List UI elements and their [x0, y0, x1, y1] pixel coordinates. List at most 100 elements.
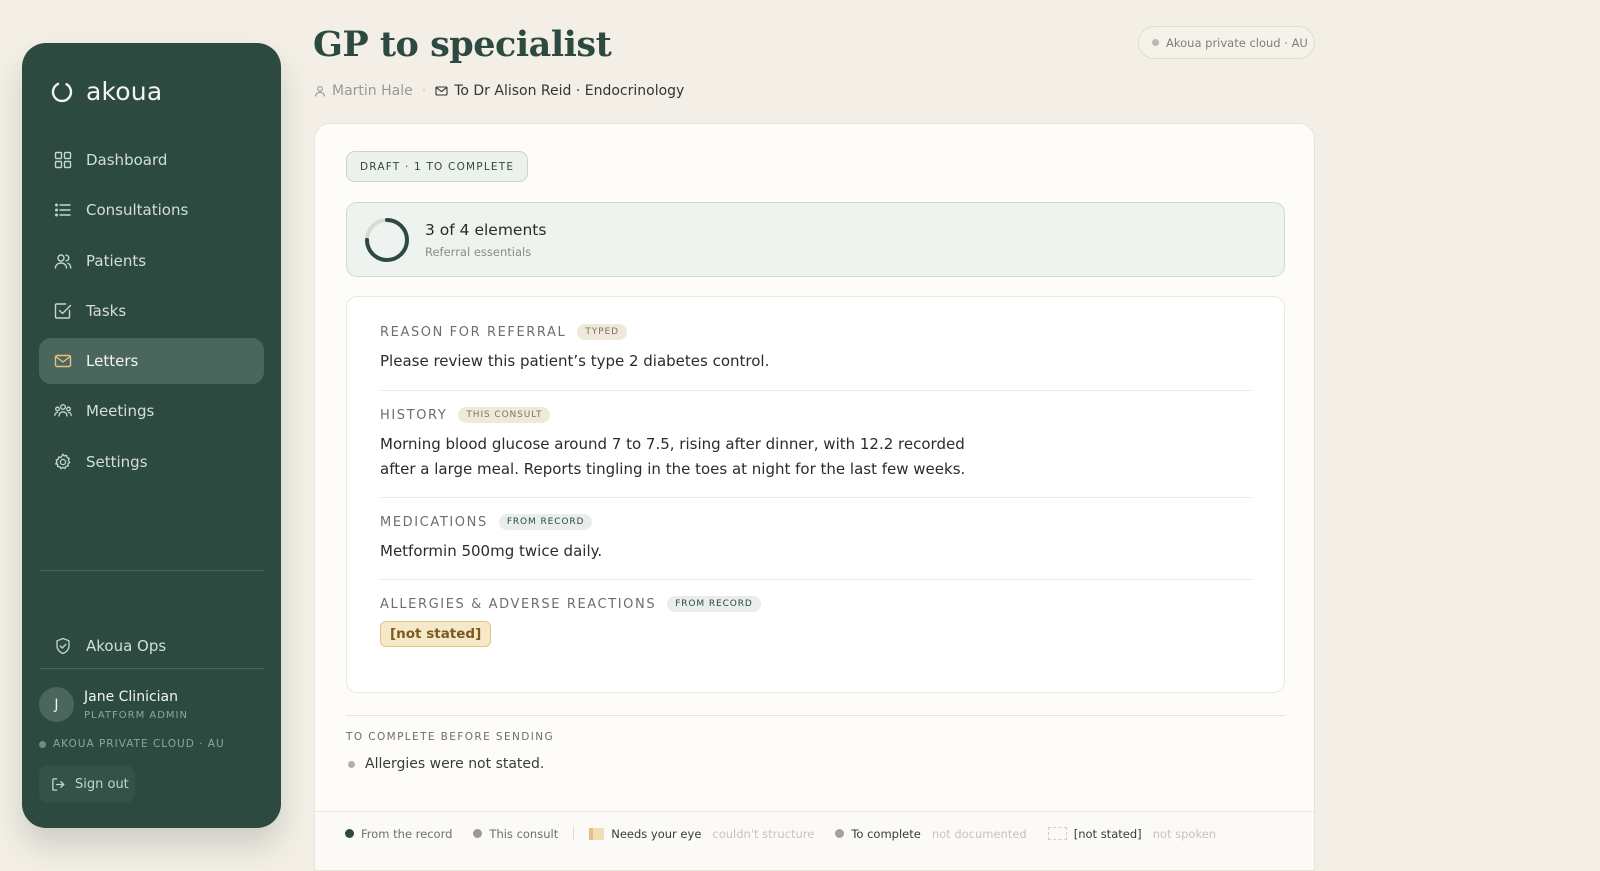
source-tag: TYPED — [577, 324, 627, 340]
legend-note: not spoken — [1152, 826, 1217, 841]
todo-item-text: Allergies were not stated. — [365, 756, 545, 772]
legend-dot-icon — [473, 829, 483, 838]
nav-label: Consultations — [86, 201, 189, 220]
bullet-icon — [348, 760, 355, 768]
not-stated-placeholder[interactable]: [not stated] — [380, 621, 492, 647]
todo-divider — [346, 715, 1285, 716]
nav-item-akoua-ops[interactable]: Akoua Ops — [54, 637, 166, 655]
section-label: ALLERGIES & ADVERSE REACTIONS — [380, 596, 657, 612]
group-icon — [54, 402, 72, 420]
section-allergies[interactable]: ALLERGIES & ADVERSE REACTIONS FROM RECOR… — [380, 596, 1252, 647]
legend-to-complete: To complete — [835, 826, 921, 841]
sign-out-button[interactable]: Sign out — [39, 765, 135, 803]
source-tag: THIS CONSULT — [458, 407, 551, 423]
todo-item[interactable]: Allergies were not stated. — [348, 756, 544, 772]
nav-label: Letters — [86, 352, 139, 371]
section-divider — [380, 390, 1252, 391]
legend-label: Needs your eye — [611, 826, 702, 841]
progress-title: 3 of 4 elements — [425, 221, 547, 239]
meta-separator: · — [421, 83, 427, 99]
grid-icon — [54, 151, 72, 169]
source-tag: FROM RECORD — [498, 514, 593, 530]
legend-note: couldn't structure — [712, 826, 815, 841]
legend-swatch-icon — [1047, 827, 1067, 840]
section-reason[interactable]: REASON FOR REFERRAL TYPED Please review … — [380, 324, 1252, 374]
users-icon — [54, 252, 72, 270]
source-tag: FROM RECORD — [667, 596, 761, 612]
legend-label: [not stated] — [1073, 826, 1142, 841]
nav-label: Meetings — [86, 402, 155, 421]
legend-label: From the record — [361, 826, 453, 841]
status-badge: DRAFT · 1 TO COMPLETE — [346, 151, 529, 182]
sidebar-divider — [39, 570, 264, 571]
cloud-region-label: Akoua private cloud · AU — [1166, 35, 1308, 50]
user-profile[interactable]: J Jane Clinician PLATFORM ADMIN — [39, 687, 188, 722]
user-name: Jane Clinician — [84, 688, 179, 705]
recipient: To Dr Alison Reid · Endocrinology — [435, 83, 684, 99]
legend-dot-icon — [835, 829, 845, 838]
nav-item-tasks[interactable]: Tasks — [39, 288, 264, 334]
avatar: J — [39, 687, 74, 722]
nav-item-consultations[interactable]: Consultations — [39, 187, 264, 233]
nav-item-dashboard[interactable]: Dashboard — [39, 137, 264, 183]
patient-name: Martin Hale — [332, 83, 413, 99]
nav-label: Dashboard — [86, 151, 168, 169]
section-label: MEDICATIONS — [380, 514, 488, 530]
legend-label: To complete — [851, 826, 921, 841]
section-history[interactable]: HISTORY THIS CONSULT Morning blood gluco… — [380, 407, 1252, 482]
logo-icon — [51, 82, 73, 102]
cloud-status-label: AKOUA PRIVATE CLOUD · AU — [53, 738, 225, 750]
status-dot-icon — [39, 740, 46, 748]
legend-not-stated: [not stated] — [1047, 826, 1142, 841]
source-legend: From the record This consult Needs your … — [315, 811, 1314, 870]
section-medications[interactable]: MEDICATIONS FROM RECORD Metformin 500mg … — [380, 514, 1252, 564]
legend-needs-eye: Needs your eye — [589, 827, 701, 841]
patient-link[interactable]: Martin Hale — [314, 83, 413, 99]
brand[interactable]: akoua — [50, 77, 162, 106]
gear-icon — [54, 453, 72, 471]
ops-label: Akoua Ops — [86, 637, 167, 655]
nav-item-letters[interactable]: Letters — [39, 338, 264, 385]
nav-item-meetings[interactable]: Meetings — [39, 388, 264, 434]
sidebar: akoua Dashboard Consultations Patients T… — [22, 43, 281, 828]
letter-card: DRAFT · 1 TO COMPLETE 3 of 4 elements Re… — [314, 123, 1315, 871]
brand-name: akoua — [86, 77, 163, 106]
nav-item-settings[interactable]: Settings — [39, 439, 264, 485]
list-icon — [54, 201, 72, 219]
legend-label: This consult — [489, 826, 559, 841]
legend-from-record: From the record — [345, 827, 452, 841]
legend-swatch-icon — [589, 827, 605, 840]
progress-subtitle: Referral essentials — [425, 245, 532, 259]
letter-sections: REASON FOR REFERRAL TYPED Please review … — [346, 296, 1285, 693]
nav-label: Settings — [86, 452, 148, 471]
nav-label: Patients — [86, 251, 147, 270]
sign-out-label: Sign out — [75, 776, 129, 792]
mail-icon — [54, 352, 72, 370]
cloud-status: AKOUA PRIVATE CLOUD · AU — [39, 738, 225, 750]
user-role: PLATFORM ADMIN — [84, 709, 188, 721]
section-text: Please review this patient’s type 2 diab… — [380, 352, 770, 370]
legend-this-consult: This consult — [473, 827, 558, 841]
section-divider — [380, 497, 1252, 498]
nav-item-patients[interactable]: Patients — [39, 238, 264, 284]
cloud-region-badge: Akoua private cloud · AU — [1138, 26, 1315, 59]
page-title: GP to specialist — [313, 24, 612, 65]
nav-label: Tasks — [86, 301, 127, 320]
section-divider — [380, 579, 1252, 580]
main-nav: Dashboard Consultations Patients Tasks L… — [39, 137, 264, 489]
section-text: Morning blood glucose around 7 to 7.5, r… — [380, 435, 966, 478]
progress-summary: 3 of 4 elements Referral essentials — [346, 202, 1285, 277]
person-icon — [314, 85, 326, 97]
section-label: REASON FOR REFERRAL — [380, 324, 567, 340]
section-text: Metformin 500mg twice daily. — [380, 542, 603, 560]
legend-dot-icon — [345, 829, 354, 838]
todo-heading: TO COMPLETE BEFORE SENDING — [346, 731, 555, 743]
status-dot-icon — [1152, 39, 1159, 46]
legend-note: not documented — [931, 826, 1027, 841]
shield-icon — [54, 637, 72, 655]
progress-ring — [365, 218, 409, 262]
checkbox-icon — [54, 302, 72, 320]
mail-icon — [435, 86, 448, 96]
section-label: HISTORY — [380, 407, 448, 423]
sidebar-divider — [39, 668, 264, 669]
